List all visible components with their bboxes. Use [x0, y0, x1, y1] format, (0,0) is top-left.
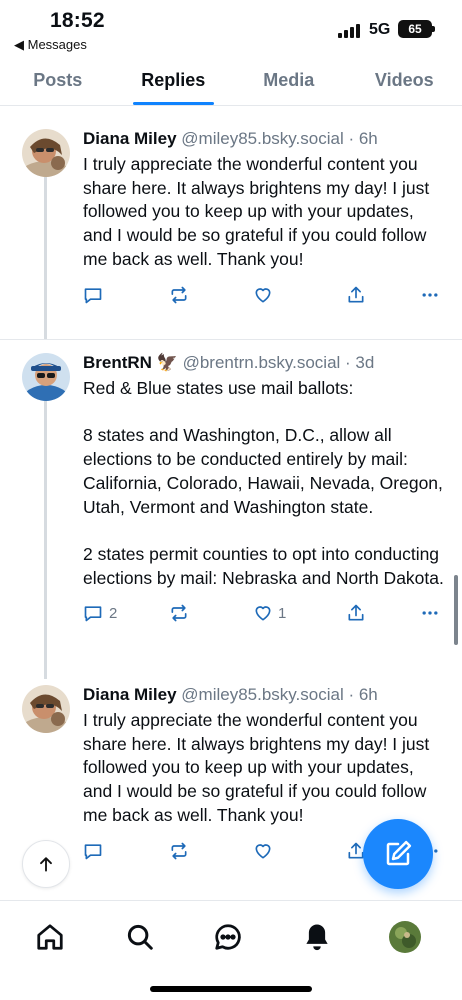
more-icon — [422, 292, 438, 297]
network-type: 5G — [369, 21, 391, 38]
profile-tabs: Posts Replies Media Videos — [0, 56, 462, 106]
back-to-messages[interactable]: ◀ Messages — [14, 37, 87, 53]
profile-avatar — [389, 921, 421, 953]
feed: Diana Miley @miley85.bsky.social · 6h I … — [0, 107, 462, 909]
avatar[interactable] — [22, 685, 70, 733]
repost-button[interactable] — [169, 603, 253, 623]
arrow-up-icon — [40, 857, 52, 872]
post-header: Diana Miley @miley85.bsky.social · 6h — [83, 129, 446, 149]
nav-profile[interactable] — [389, 921, 421, 953]
home-indicator — [150, 986, 312, 992]
tab-replies[interactable]: Replies — [116, 56, 232, 105]
bottom-nav — [0, 900, 462, 1000]
reply-button[interactable] — [83, 841, 169, 861]
post-actions: 2 1 — [83, 598, 446, 628]
author-name[interactable]: Diana Miley — [83, 129, 177, 148]
author-handle[interactable]: @brentrn.bsky.social · 3d — [183, 353, 375, 372]
heart-icon — [255, 287, 271, 303]
signal-icon — [338, 22, 362, 38]
like-button[interactable] — [253, 841, 346, 861]
bell-icon — [306, 924, 328, 951]
author-name[interactable]: Diana Miley — [83, 685, 177, 704]
scroll-to-top-button[interactable] — [22, 840, 70, 888]
reply-icon — [84, 606, 102, 622]
post-actions — [83, 280, 446, 310]
post-header: BrentRN 🦅 @brentrn.bsky.social · 3d — [83, 353, 446, 373]
nav-notifications[interactable] — [301, 921, 333, 953]
repost-icon — [171, 286, 187, 303]
repost-button[interactable] — [169, 285, 253, 305]
repost-icon — [171, 842, 187, 859]
compose-button[interactable] — [363, 819, 433, 889]
author-handle[interactable]: @miley85.bsky.social · 6h — [181, 129, 377, 148]
reply-button[interactable] — [83, 285, 169, 305]
tab-videos[interactable]: Videos — [347, 56, 462, 105]
nav-home[interactable] — [34, 921, 66, 953]
like-button[interactable]: 1 — [253, 603, 346, 623]
author-handle[interactable]: @miley85.bsky.social · 6h — [181, 685, 377, 704]
search-icon — [127, 924, 153, 950]
thread-line — [44, 401, 47, 679]
post-header: Diana Miley @miley85.bsky.social · 6h — [83, 685, 446, 705]
avatar[interactable] — [22, 353, 70, 401]
share-icon — [348, 604, 364, 621]
eagle-emoji-icon: 🦅 — [156, 353, 178, 372]
like-button[interactable] — [253, 285, 346, 305]
home-icon — [37, 924, 63, 950]
more-button[interactable] — [420, 603, 440, 623]
scrollbar[interactable] — [454, 575, 458, 645]
share-button[interactable] — [346, 603, 420, 623]
repost-icon — [171, 604, 187, 622]
repost-button[interactable] — [169, 841, 253, 861]
battery-icon: 65 — [398, 20, 435, 38]
post[interactable]: Diana Miley @miley85.bsky.social · 6h I … — [0, 107, 462, 339]
heart-icon — [255, 843, 271, 859]
more-button[interactable] — [420, 285, 440, 305]
like-count: 1 — [278, 604, 287, 622]
heart-icon — [255, 606, 271, 621]
post-text: I truly appreciate the wonderful content… — [83, 710, 435, 825]
share-button[interactable] — [346, 285, 420, 305]
tab-posts[interactable]: Posts — [0, 56, 116, 105]
reply-button[interactable]: 2 — [83, 603, 169, 623]
tab-media[interactable]: Media — [231, 56, 347, 105]
status-time: 18:52 — [50, 9, 105, 32]
more-icon — [422, 611, 438, 615]
post-text: I truly appreciate the wonderful content… — [83, 154, 435, 269]
reply-icon — [84, 287, 102, 303]
compose-icon — [386, 840, 412, 866]
post[interactable]: BrentRN 🦅 @brentrn.bsky.social · 3d Red … — [0, 339, 462, 679]
reply-count: 2 — [109, 604, 118, 622]
share-icon — [348, 286, 364, 303]
chat-icon — [215, 924, 241, 950]
thread-line — [44, 177, 47, 339]
post-text: Red & Blue states use mail ballots: 8 st… — [83, 378, 444, 588]
author-name[interactable]: BrentRN — [83, 353, 152, 372]
avatar[interactable] — [22, 129, 70, 177]
status-bar: 18:52 ◀ Messages 5G 65 — [0, 0, 462, 56]
nav-chat[interactable] — [212, 921, 244, 953]
reply-icon — [84, 843, 102, 859]
nav-search[interactable] — [124, 921, 156, 953]
